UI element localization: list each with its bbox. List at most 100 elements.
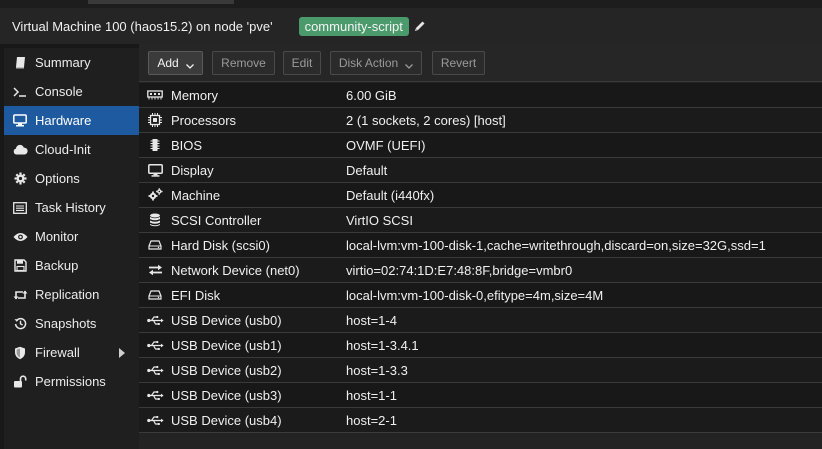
hardware-value: host=1-4 (346, 312, 397, 328)
hardware-value: VirtIO SCSI (346, 212, 413, 228)
sidebar-item-permissions[interactable]: Permissions (4, 367, 139, 396)
usb-icon (143, 390, 167, 401)
sidebar-item-task-history[interactable]: Task History (4, 193, 139, 222)
database-icon (143, 213, 167, 227)
desktop-icon (12, 113, 28, 129)
table-row[interactable]: USB Device (usb1) host=1-3.4.1 (139, 333, 822, 358)
hardware-value: 2 (1 sockets, 2 cores) [host] (346, 112, 506, 128)
hardware-value: host=1-1 (346, 387, 397, 403)
top-tab-strip (0, 0, 822, 8)
table-row[interactable]: EFI Disk local-lvm:vm-100-disk-0,efitype… (139, 283, 822, 308)
sidebar-item-label: Monitor (35, 229, 79, 244)
chevron-down-icon (185, 59, 194, 69)
revert-button[interactable]: Revert (432, 51, 485, 75)
table-row[interactable]: SCSI Controller VirtIO SCSI (139, 208, 822, 233)
hardware-value: host=1-3.3 (346, 362, 408, 378)
sidebar-item-label: Replication (35, 287, 100, 302)
hardware-value: 6.00 GiB (346, 87, 397, 103)
sidebar-item-summary[interactable]: Summary (4, 48, 139, 77)
usb-icon (143, 365, 167, 376)
disk-action-label: Disk Action (338, 56, 399, 70)
unlock-icon (12, 374, 28, 390)
table-row[interactable]: BIOS OVMF (UEFI) (139, 133, 822, 158)
title-bar: Virtual Machine 100 (haos15.2) on node '… (0, 8, 822, 44)
table-row[interactable]: Machine Default (i440fx) (139, 183, 822, 208)
table-row[interactable]: Display Default (139, 158, 822, 183)
sidebar-item-label: Console (35, 84, 83, 99)
table-row[interactable]: USB Device (usb3) host=1-1 (139, 383, 822, 408)
tag-badge[interactable]: community-script (298, 16, 409, 36)
sidebar-item-label: Hardware (35, 113, 92, 128)
table-row[interactable]: Processors 2 (1 sockets, 2 cores) [host] (139, 108, 822, 133)
hardware-value: Default (i440fx) (346, 187, 435, 203)
hardware-key: USB Device (usb0) (171, 312, 282, 328)
sidebar-item-replication[interactable]: Replication (4, 280, 139, 309)
toolbar: Add Remove Edit Disk Action Revert (139, 44, 822, 82)
table-row[interactable]: Hard Disk (scsi0) local-lvm:vm-100-disk-… (139, 233, 822, 258)
sidebar-item-backup[interactable]: Backup (4, 251, 139, 280)
table-row[interactable]: Memory 6.00 GiB (139, 83, 822, 108)
memory-icon (143, 90, 167, 100)
sidebar-item-snapshots[interactable]: Snapshots (4, 309, 139, 338)
usb-icon (143, 340, 167, 351)
shield-icon (12, 345, 28, 361)
hardware-key: EFI Disk (171, 287, 221, 303)
sidebar-item-label: Firewall (35, 345, 80, 360)
sidebar-item-cloud-init[interactable]: Cloud-Init (4, 135, 139, 164)
remove-button[interactable]: Remove (212, 51, 275, 75)
eye-icon (12, 229, 28, 245)
sidebar-item-label: Task History (35, 200, 106, 215)
hardware-value: host=1-3.4.1 (346, 337, 419, 353)
hardware-key: Processors (171, 112, 237, 128)
history-icon (12, 316, 28, 332)
sidebar-item-monitor[interactable]: Monitor (4, 222, 139, 251)
hardware-key: Display (171, 162, 214, 178)
hardware-key: Machine (171, 187, 221, 203)
edit-button[interactable]: Edit (283, 51, 321, 75)
cloud-icon (12, 142, 28, 158)
hardware-value: local-lvm:vm-100-disk-0,efitype=4m,size=… (346, 287, 604, 303)
add-button[interactable]: Add (148, 51, 203, 75)
sidebar-item-label: Snapshots (35, 316, 97, 331)
hardware-key: USB Device (usb1) (171, 337, 282, 353)
hdd-icon (143, 240, 167, 250)
sidebar-item-label: Permissions (35, 374, 106, 389)
sidebar-item-options[interactable]: Options (4, 164, 139, 193)
usb-icon (143, 315, 167, 326)
sidebar-item-console[interactable]: Console (4, 77, 139, 106)
sidebar-item-label: Options (35, 171, 80, 186)
table-row[interactable]: Network Device (net0) virtio=02:74:1D:E7… (139, 258, 822, 283)
table-row[interactable]: USB Device (usb2) host=1-3.3 (139, 358, 822, 383)
cpu-icon (143, 113, 167, 127)
hardware-value: local-lvm:vm-100-disk-1,cache=writethrou… (346, 237, 766, 253)
disk-action-button[interactable]: Disk Action (330, 51, 422, 75)
microchip-icon (143, 138, 167, 152)
table-row[interactable]: USB Device (usb4) host=2-1 (139, 408, 822, 433)
expand-arrow-icon[interactable] (119, 348, 125, 358)
sidebar-item-label: Cloud-Init (35, 142, 91, 157)
floppy-icon (12, 258, 28, 274)
top-tab[interactable] (88, 0, 234, 4)
hardware-value: Default (346, 162, 388, 178)
sidebar-item-label: Summary (35, 55, 91, 70)
monitor-icon (143, 163, 167, 177)
cogs-icon (143, 188, 167, 202)
retweet-icon (12, 287, 28, 303)
hardware-key: USB Device (usb2) (171, 362, 282, 378)
pencil-icon[interactable] (414, 20, 426, 32)
book-icon (12, 55, 28, 71)
exchange-icon (143, 264, 167, 276)
add-button-label: Add (157, 56, 179, 70)
hdd-icon (143, 290, 167, 300)
chevron-down-icon (405, 59, 414, 69)
sidebar-item-label: Backup (35, 258, 79, 273)
sidebar-item-firewall[interactable]: Firewall (4, 338, 139, 367)
hardware-key: USB Device (usb3) (171, 387, 282, 403)
hardware-value: virtio=02:74:1D:E7:48:8F,bridge=vmbr0 (346, 262, 573, 278)
terminal-icon (12, 84, 28, 100)
hardware-key: Network Device (net0) (171, 262, 300, 278)
hardware-panel: Add Remove Edit Disk Action Revert Memor… (139, 44, 822, 449)
hardware-key: Hard Disk (scsi0) (171, 237, 270, 253)
table-row[interactable]: USB Device (usb0) host=1-4 (139, 308, 822, 333)
sidebar-item-hardware[interactable]: Hardware (4, 106, 139, 135)
